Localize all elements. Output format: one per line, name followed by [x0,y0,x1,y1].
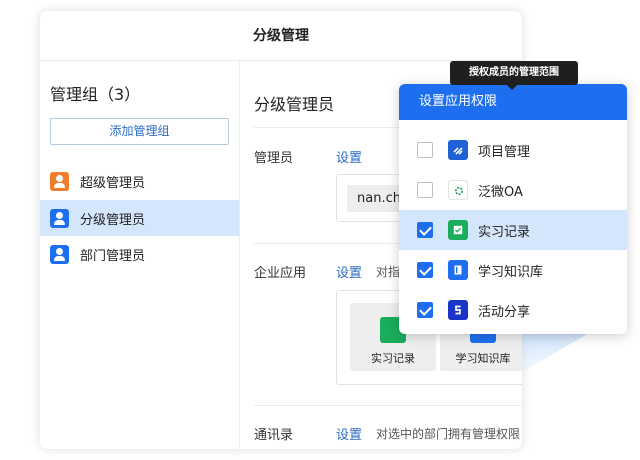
popup-item-activity[interactable]: 活动分享 [399,290,627,330]
contacts-set-link[interactable]: 设置 [336,424,362,443]
sidebar-item-label: 部门管理员 [80,248,146,264]
checkbox[interactable] [417,182,433,198]
window-title: 分级管理 [40,11,522,61]
popup-item-knowledge[interactable]: 学习知识库 [399,250,627,290]
admin-avatar-icon [50,208,69,228]
checkbox[interactable] [417,262,433,278]
app-tile-label: 学习知识库 [455,352,511,365]
sidebar-item-label: 分级管理员 [80,212,146,228]
admin-row-label: 管理员 [254,151,294,166]
internship-icon [448,220,468,240]
sidebar-item-dept-admin[interactable]: 部门管理员 [40,236,239,272]
apps-desc: 对指 [376,265,401,279]
contacts-desc: 对选中的部门拥有管理权限 [376,427,521,441]
checkbox[interactable] [417,222,433,238]
checkbox[interactable] [417,302,433,318]
sidebar: 管理组（3） 添加管理组 超级管理员 分级管理员 部门管理员 [40,61,240,449]
project-icon [448,140,468,160]
popup-item-label: 实习记录 [478,224,531,240]
app-permission-popup: 设置应用权限 项目管理 泛微OA 实习记录 学习知识库 活动分享 [399,84,627,334]
popup-item-project[interactable]: 项目管理 [399,130,627,170]
popup-item-label: 学习知识库 [478,264,544,280]
app-tile-label: 实习记录 [371,352,415,365]
sidebar-title: 管理组（3） [50,85,141,104]
admin-set-link[interactable]: 设置 [336,147,362,166]
page-title: 分级管理员 [254,95,335,114]
contacts-row-label: 通讯录 [254,428,294,443]
activity-icon [448,300,468,320]
add-group-button[interactable]: 添加管理组 [50,118,229,145]
popup-item-weaver[interactable]: 泛微OA [399,170,627,210]
admin-avatar-icon [50,244,69,264]
admin-avatar-icon [50,171,69,191]
knowledge-icon [448,260,468,280]
apps-set-link[interactable]: 设置 [336,262,362,281]
scope-tooltip: 授权成员的管理范围 [450,61,578,90]
checkbox[interactable] [417,142,433,158]
sidebar-item-label: 超级管理员 [80,175,146,191]
popup-item-internship[interactable]: 实习记录 [399,210,627,250]
sidebar-item-super-admin[interactable]: 超级管理员 [40,163,239,199]
sidebar-item-level-admin[interactable]: 分级管理员 [40,200,239,236]
apps-row-label: 企业应用 [254,266,307,281]
weaver-icon [448,180,468,200]
popup-item-label: 泛微OA [478,184,523,200]
popup-item-label: 活动分享 [478,304,531,320]
divider [254,405,522,406]
popup-item-label: 项目管理 [478,144,531,160]
